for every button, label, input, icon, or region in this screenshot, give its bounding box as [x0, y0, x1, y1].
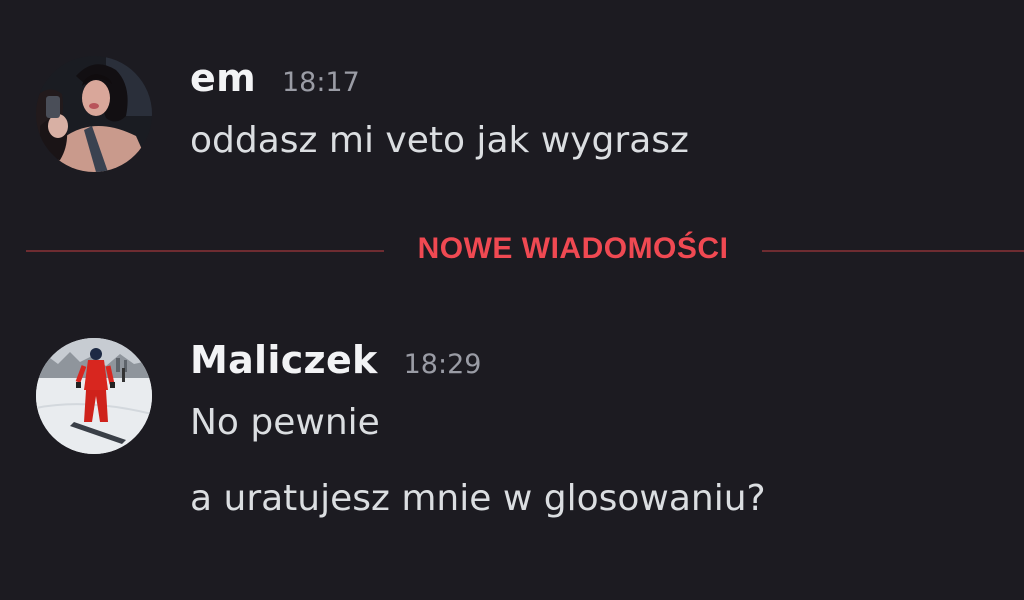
user-avatar-snowboarder-photo-icon: [36, 338, 152, 454]
divider-line-right: [762, 250, 1024, 252]
new-messages-label: NOWE WIADOMOŚCI: [417, 232, 729, 265]
chat-message-list: em 18:17 oddasz mi veto jak wygrasz NOWE…: [0, 0, 1024, 600]
timestamp: 18:17: [281, 67, 360, 98]
divider-line-left: [26, 250, 384, 252]
message-text: No pewnie: [190, 402, 380, 443]
user-avatar[interactable]: [36, 338, 152, 454]
user-avatar[interactable]: [36, 56, 152, 172]
message-text: oddasz mi veto jak wygrasz: [190, 120, 689, 161]
new-messages-divider: NOWE WIADOMOŚCI: [0, 226, 1024, 274]
message-text: a uratujesz mnie w glosowaniu?: [190, 478, 766, 519]
message-header: em 18:17: [190, 56, 360, 100]
user-avatar-photo-icon: [36, 56, 152, 172]
username[interactable]: Maliczek: [190, 338, 378, 382]
message-header: Maliczek 18:29: [190, 338, 481, 382]
username[interactable]: em: [190, 56, 256, 100]
timestamp: 18:29: [403, 349, 482, 380]
